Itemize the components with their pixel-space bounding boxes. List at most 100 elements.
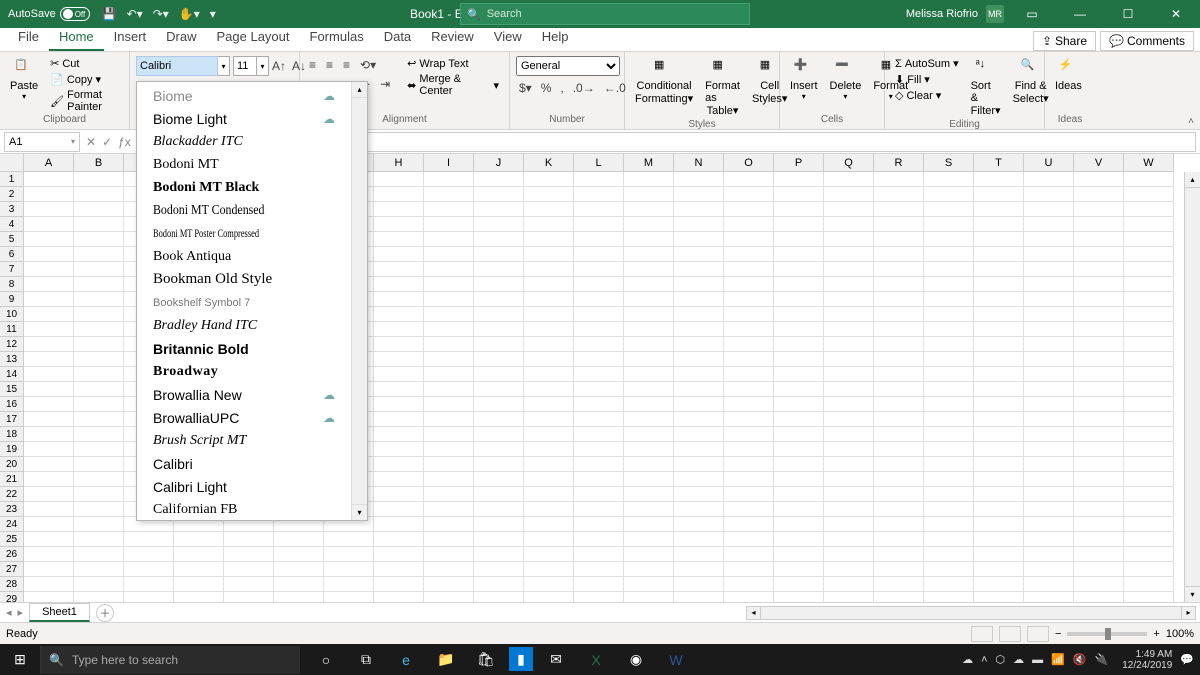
cell[interactable] [774, 172, 824, 187]
cell[interactable] [1124, 412, 1174, 427]
cell[interactable] [274, 592, 324, 602]
cell[interactable] [824, 592, 874, 602]
font-option[interactable]: Bodoni MT [137, 153, 351, 176]
row-header[interactable]: 1 [0, 172, 24, 187]
merge-center-button[interactable]: ⬌Merge & Center ▾ [403, 72, 503, 98]
weather-icon[interactable]: ☁ [1013, 653, 1024, 666]
font-option[interactable]: Blackadder ITC [137, 130, 351, 153]
cell[interactable] [824, 427, 874, 442]
cell[interactable] [1024, 277, 1074, 292]
cell[interactable] [874, 592, 924, 602]
cell[interactable] [224, 547, 274, 562]
cell[interactable] [624, 292, 674, 307]
font-option[interactable]: Bodoni MT Poster Compressed [137, 222, 351, 245]
cell[interactable] [524, 382, 574, 397]
collapse-ribbon-icon[interactable]: ˄ [1188, 116, 1194, 127]
cell[interactable] [924, 202, 974, 217]
cell[interactable] [974, 247, 1024, 262]
cell[interactable] [924, 247, 974, 262]
cell[interactable] [574, 427, 624, 442]
cell[interactable] [374, 592, 424, 602]
delete-cells-button[interactable]: ➖Delete▾ [826, 56, 866, 103]
cell[interactable] [24, 532, 74, 547]
cell[interactable] [774, 442, 824, 457]
cell[interactable] [874, 427, 924, 442]
cell[interactable] [424, 367, 474, 382]
cell[interactable] [1024, 187, 1074, 202]
cell[interactable] [424, 457, 474, 472]
tab-page-layout[interactable]: Page Layout [207, 26, 300, 51]
cell[interactable] [874, 577, 924, 592]
row-header[interactable]: 23 [0, 502, 24, 517]
cell[interactable] [374, 487, 424, 502]
cell[interactable] [124, 592, 174, 602]
cell[interactable] [974, 262, 1024, 277]
cell[interactable] [74, 442, 124, 457]
cell[interactable] [924, 217, 974, 232]
cell[interactable] [1124, 427, 1174, 442]
cell[interactable] [224, 532, 274, 547]
cell[interactable] [1074, 442, 1124, 457]
cell[interactable] [474, 487, 524, 502]
cell[interactable] [474, 427, 524, 442]
cell[interactable] [624, 532, 674, 547]
cell[interactable] [874, 532, 924, 547]
font-option[interactable]: Bodoni MT Black [137, 176, 351, 199]
cell[interactable] [74, 292, 124, 307]
cell[interactable] [874, 397, 924, 412]
cell[interactable] [874, 322, 924, 337]
cell[interactable] [724, 172, 774, 187]
user-avatar[interactable]: MR [986, 5, 1004, 23]
cell[interactable] [874, 352, 924, 367]
cell[interactable] [1074, 472, 1124, 487]
cell[interactable] [774, 217, 824, 232]
cell[interactable] [574, 292, 624, 307]
touch-mode-icon[interactable]: ✋▾ [179, 7, 200, 21]
cell[interactable] [374, 427, 424, 442]
cell[interactable] [74, 337, 124, 352]
tab-review[interactable]: Review [421, 26, 484, 51]
cell[interactable] [1124, 247, 1174, 262]
zoom-in-icon[interactable]: + [1153, 628, 1159, 640]
cell[interactable] [1074, 577, 1124, 592]
cell[interactable] [1074, 382, 1124, 397]
cancel-formula-icon[interactable]: ✕ [86, 135, 96, 149]
cell[interactable] [24, 442, 74, 457]
font-option[interactable]: Calibri [137, 452, 351, 475]
cell[interactable] [774, 577, 824, 592]
cell[interactable] [574, 577, 624, 592]
save-icon[interactable]: 💾 [102, 7, 117, 21]
cell[interactable] [674, 457, 724, 472]
comma-icon[interactable]: , [557, 79, 566, 97]
cell[interactable] [674, 502, 724, 517]
cell[interactable] [1124, 472, 1174, 487]
cell[interactable] [24, 352, 74, 367]
cell[interactable] [574, 517, 624, 532]
cell[interactable] [524, 562, 574, 577]
cell[interactable] [724, 202, 774, 217]
cell[interactable] [374, 517, 424, 532]
cell[interactable] [574, 232, 624, 247]
cell[interactable] [574, 592, 624, 602]
row-header[interactable]: 5 [0, 232, 24, 247]
cell[interactable] [1024, 292, 1074, 307]
cell[interactable] [774, 502, 824, 517]
cell[interactable] [524, 247, 574, 262]
cell[interactable] [1124, 577, 1174, 592]
cell[interactable] [824, 292, 874, 307]
normal-view-icon[interactable] [971, 626, 993, 642]
cell[interactable] [974, 322, 1024, 337]
cell[interactable] [774, 547, 824, 562]
cell[interactable] [774, 397, 824, 412]
search-box[interactable]: 🔍 Search [460, 3, 750, 25]
cell[interactable] [524, 472, 574, 487]
cell[interactable] [674, 517, 724, 532]
column-header[interactable]: V [1074, 154, 1124, 172]
cell[interactable] [74, 412, 124, 427]
cell[interactable] [1024, 217, 1074, 232]
cell[interactable] [174, 592, 224, 602]
cell[interactable] [1124, 367, 1174, 382]
cell[interactable] [224, 562, 274, 577]
column-header[interactable]: N [674, 154, 724, 172]
tab-data[interactable]: Data [374, 26, 421, 51]
